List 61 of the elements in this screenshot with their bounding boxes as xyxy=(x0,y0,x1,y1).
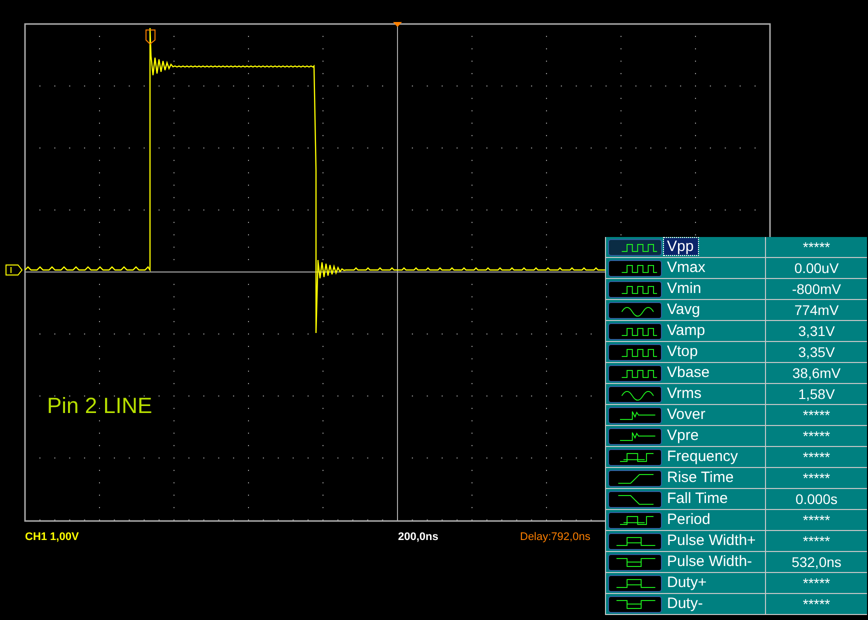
measurement-value: ***** xyxy=(765,237,867,257)
delay-reading: Delay:792,0ns xyxy=(520,531,592,543)
waveform-icon xyxy=(608,449,662,466)
measurement-name[interactable]: Duty+ xyxy=(664,574,711,591)
measurement-name[interactable]: Pulse Width+ xyxy=(664,532,760,549)
trace-label: Pin 2 LINE xyxy=(47,393,152,419)
measurement-name[interactable]: Vover xyxy=(664,406,710,423)
measurement-value: ***** xyxy=(765,510,867,530)
timebase-reading: 200,0ns xyxy=(398,531,440,543)
measurement-value: ***** xyxy=(765,426,867,446)
waveform-icon xyxy=(608,428,662,445)
waveform-icon xyxy=(608,533,662,550)
waveform-icon xyxy=(608,260,662,277)
measurement-name[interactable]: Period xyxy=(664,511,714,528)
waveform-icon xyxy=(608,554,662,571)
waveform-icon xyxy=(608,596,662,613)
measurement-value: ***** xyxy=(765,447,867,467)
trigger-level-icon xyxy=(393,22,402,27)
measurement-value: ***** xyxy=(765,573,867,593)
measurement-name[interactable]: Vpre xyxy=(664,427,703,444)
measurement-value: ***** xyxy=(765,468,867,488)
measurement-name[interactable]: Vbase xyxy=(664,364,714,381)
waveform-icon xyxy=(608,302,662,319)
measurement-name[interactable]: Fall Time xyxy=(664,490,732,507)
waveform-icon xyxy=(608,386,662,403)
waveform-icon xyxy=(608,575,662,592)
measurement-name[interactable]: Vamp xyxy=(664,322,710,339)
measurement-value: ***** xyxy=(765,594,867,614)
channel-scale: CH1 1,00V xyxy=(25,531,80,543)
measurement-value: 0.00uV xyxy=(765,258,867,278)
measurement-value: 774mV xyxy=(765,300,867,320)
measurement-value: 3,31V xyxy=(765,321,867,341)
measurement-name[interactable]: Duty- xyxy=(664,595,707,612)
measurement-name[interactable]: Frequency xyxy=(664,448,742,465)
measurement-name[interactable]: Rise Time xyxy=(664,469,738,486)
measurement-name[interactable]: Vpp xyxy=(664,238,698,255)
measurement-value: 38,6mV xyxy=(765,363,867,383)
measurement-name[interactable]: Vmax xyxy=(664,259,710,276)
waveform-icon xyxy=(608,239,662,256)
measurement-value: 0.000s xyxy=(765,489,867,509)
trigger-marker-icon xyxy=(146,30,156,45)
measurement-value: ***** xyxy=(765,531,867,551)
waveform-icon xyxy=(608,281,662,298)
measurement-name[interactable]: Vmin xyxy=(664,280,706,297)
waveform-icon xyxy=(608,365,662,382)
measurement-name[interactable]: Vavg xyxy=(664,301,704,318)
measurement-value: 1,58V xyxy=(765,384,867,404)
waveform-icon xyxy=(608,512,662,529)
waveform-icon xyxy=(608,491,662,508)
measurement-value: -800mV xyxy=(765,279,867,299)
measurement-name[interactable]: Vtop xyxy=(664,343,702,360)
measurement-value: 3,35V xyxy=(765,342,867,362)
measurement-name[interactable]: Pulse Width- xyxy=(664,553,756,570)
measurement-value: ***** xyxy=(765,405,867,425)
measurement-value: 532,0ns xyxy=(765,552,867,572)
measurement-name[interactable]: Vrms xyxy=(664,385,706,402)
waveform-icon xyxy=(608,344,662,361)
waveform-icon xyxy=(608,323,662,340)
channel-marker-icon xyxy=(6,264,23,276)
waveform-icon xyxy=(608,470,662,487)
waveform-icon xyxy=(608,407,662,424)
